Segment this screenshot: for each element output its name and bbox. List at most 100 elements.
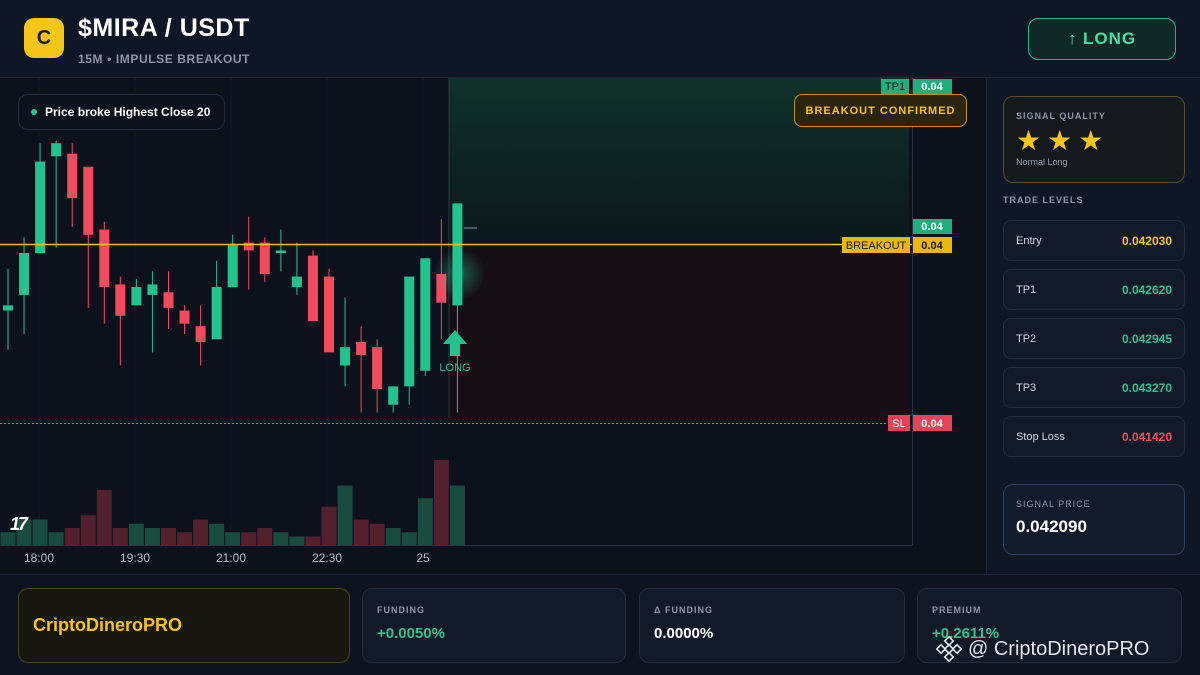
level-label: TP2 [1016, 332, 1037, 345]
signal-quality-subtitle: Normal Long [1016, 157, 1068, 167]
candle [356, 326, 367, 413]
time-tick-label: 25 [416, 551, 430, 565]
level-value: 0.042945 [1121, 331, 1172, 346]
level-label: Entry [1016, 234, 1042, 247]
breakout-note-text: Price broke Highest Close 20 [45, 105, 211, 119]
candle [67, 143, 78, 227]
signal-sidebar: SIGNAL QUALITY ★★★ Normal Long TRADE LEV… [986, 78, 1200, 573]
volume-bar [80, 515, 96, 545]
candle [179, 305, 190, 335]
level-value: 0.043270 [1121, 380, 1172, 395]
status-dot-icon [31, 109, 37, 115]
level-tp2: TP2 0.042945 [1003, 318, 1185, 359]
time-tick-label: 21:00 [216, 551, 246, 565]
volume-bar [96, 489, 112, 545]
candle [115, 276, 126, 366]
delta-funding-value: 0.0000% [654, 625, 714, 642]
candle [340, 297, 351, 387]
candle [211, 260, 222, 340]
volume-bar [369, 523, 385, 545]
level-stop-loss: Stop Loss 0.041420 [1003, 416, 1185, 457]
delta-funding-card: Δ FUNDING 0.0000% [639, 588, 905, 663]
candle [404, 276, 415, 405]
candle [307, 250, 318, 322]
volume-bar [128, 523, 144, 545]
volume-bar [32, 519, 48, 545]
candle [324, 268, 334, 353]
candlestick-chart[interactable]: LONG TP1 0.04 0.04 BREAKOUT 0.04 SL 0.04… [0, 78, 985, 573]
volume-bar [144, 528, 160, 545]
volume-bar [225, 532, 241, 545]
candle [83, 166, 94, 308]
candle [163, 271, 174, 329]
level-value: 0.042030 [1121, 233, 1172, 248]
funding-title: FUNDING [377, 605, 425, 615]
sl-tag-value: 0.04 [921, 418, 943, 430]
candle [99, 221, 110, 324]
volume-bar [273, 532, 289, 545]
level-tp3: TP3 0.043270 [1003, 367, 1185, 408]
candle [51, 140, 62, 248]
candle [388, 386, 399, 413]
current-price-value: 0.04 [921, 221, 943, 233]
funding-card: FUNDING +0.0050% [362, 588, 626, 663]
trade-levels-title: TRADE LEVELS [1003, 195, 1084, 205]
level-label: TP3 [1016, 381, 1037, 394]
sl-tag-label: SL [892, 418, 905, 430]
volume-bar [321, 506, 337, 545]
time-tick-label: 22:30 [312, 551, 342, 565]
volume-bar [177, 532, 193, 545]
app-logo: C [24, 18, 64, 58]
volume-bar [417, 498, 433, 545]
candle [291, 242, 302, 295]
level-label: TP1 [1016, 283, 1037, 296]
funding-value: +0.0050% [377, 625, 445, 642]
signal-quality-title: SIGNAL QUALITY [1016, 111, 1106, 121]
volume-bar [289, 536, 305, 545]
volume-bar [449, 485, 465, 545]
watermark-text: @ CriptoDineroPRO [968, 637, 1150, 660]
volume-bar [48, 532, 64, 545]
candle [147, 271, 158, 353]
volume-bar [64, 528, 80, 545]
tp1-tag-label: TP1 [885, 81, 905, 93]
level-entry: Entry 0.042030 [1003, 220, 1185, 261]
header: C $MIRA / USDT 15M • IMPULSE BREAKOUT ↑ … [0, 0, 1200, 78]
volume-bar [337, 485, 353, 545]
volume-bar [112, 528, 128, 545]
volume-bar [305, 536, 321, 545]
sl-zone [449, 245, 909, 422]
volume-bar [257, 528, 273, 545]
footer: CriptoDineroPRO FUNDING +0.0050% Δ FUNDI… [0, 574, 1200, 675]
candle [131, 279, 142, 306]
candle [275, 229, 286, 272]
timeframe-subtitle: 15M • IMPULSE BREAKOUT [78, 52, 251, 66]
long-signal-label: LONG [439, 362, 470, 374]
pair-title: $MIRA / USDT [78, 14, 250, 42]
chart-area[interactable]: LONG TP1 0.04 0.04 BREAKOUT 0.04 SL 0.04… [0, 78, 985, 573]
breakout-tag-label: BREAKOUT [846, 240, 907, 252]
level-label: Stop Loss [1016, 430, 1065, 443]
candle [3, 268, 13, 350]
volume-bar [193, 519, 209, 545]
candle [195, 305, 206, 366]
signal-price-card: SIGNAL PRICE 0.042090 [1003, 484, 1185, 555]
time-tick-label: 18:00 [24, 551, 54, 565]
star-rating-icon: ★★★ [1016, 125, 1110, 156]
candle [420, 258, 431, 376]
volume-bar [401, 532, 417, 545]
long-button[interactable]: ↑ LONG [1028, 18, 1176, 60]
brand-card: CriptoDineroPRO [18, 588, 350, 663]
level-tp1: TP1 0.042620 [1003, 269, 1185, 310]
level-value: 0.041420 [1121, 429, 1172, 444]
volume-bar [353, 519, 369, 545]
candle [243, 216, 254, 290]
binance-icon [936, 636, 962, 662]
volume-bar [241, 532, 257, 545]
delta-funding-title: Δ FUNDING [654, 605, 713, 615]
breakout-tag-value: 0.04 [921, 240, 943, 252]
tp1-tag-value: 0.04 [921, 81, 943, 93]
volume-bar [433, 460, 449, 545]
premium-title: PREMIUM [932, 605, 982, 615]
volume-bar [161, 528, 176, 545]
